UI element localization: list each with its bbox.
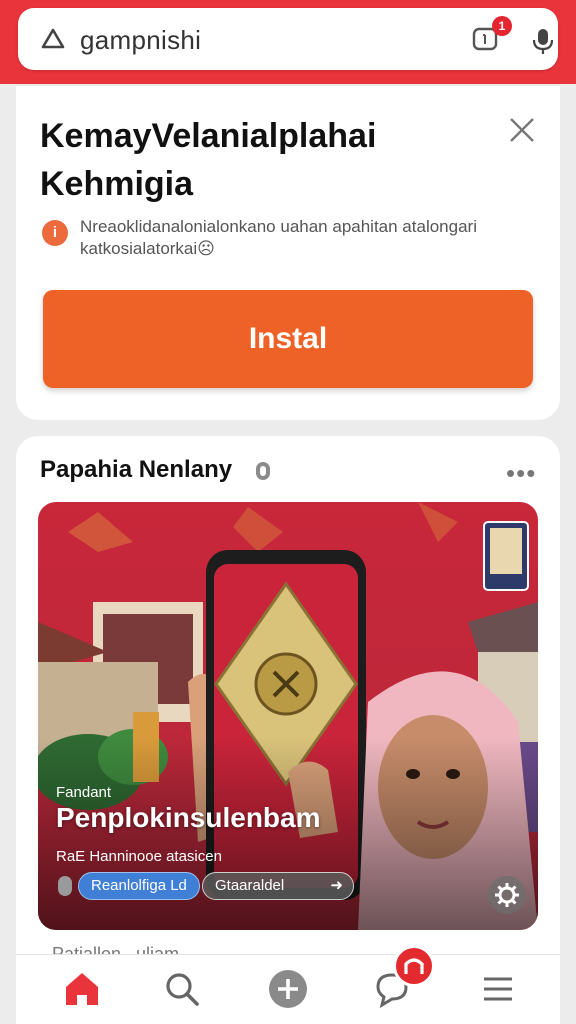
bottom-nav	[16, 945, 560, 1024]
more-options-icon[interactable]: •••	[506, 458, 536, 489]
menu-icon[interactable]	[476, 967, 520, 1011]
media-kicker: Fandant	[56, 784, 112, 801]
top-header: gampnishi 1	[0, 0, 576, 84]
post-card: Papahia Nenlany ••• Fandant Penplokinsul…	[16, 436, 560, 996]
primary-chip[interactable]: Reanlolfiga Ld	[78, 872, 200, 900]
home-icon[interactable]	[60, 967, 104, 1011]
media-indicator	[58, 876, 72, 896]
search-bar[interactable]: gampnishi 1	[18, 8, 558, 70]
close-icon[interactable]	[506, 114, 538, 146]
post-image	[38, 502, 538, 930]
notification-badge: 1	[492, 16, 512, 36]
hanger-icon	[404, 958, 424, 974]
install-promo-card: KemayVelanialplahai Kehmigia i Nreaoklid…	[16, 86, 560, 420]
media-headline: Penplokinsulenbam	[56, 802, 321, 833]
secondary-chip[interactable]: Gtaaraldel ➜	[202, 872, 354, 900]
info-icon: i	[42, 220, 68, 246]
search-icon[interactable]	[160, 967, 204, 1011]
install-button[interactable]: Instal	[43, 290, 533, 388]
secondary-chip-label: Gtaaraldel	[215, 877, 285, 894]
gear-icon[interactable]	[488, 876, 526, 914]
chat-notification-icon[interactable]	[393, 945, 435, 987]
mic-icon[interactable]	[530, 26, 556, 56]
post-author[interactable]: Papahia Nenlany	[40, 456, 232, 484]
triangle-icon[interactable]	[40, 26, 66, 52]
search-query[interactable]: gampnishi	[80, 25, 201, 56]
media-subtitle: RaE Hanninooe atasicen	[56, 848, 222, 865]
post-media[interactable]: Fandant Penplokinsulenbam RaE Hanninooe …	[38, 502, 538, 930]
verified-icon	[256, 462, 270, 480]
promo-description: Nreaoklidanalonialonkano uahan apahitan …	[80, 217, 477, 258]
promo-title: KemayVelanialplahai Kehmigia	[40, 117, 377, 203]
arrow-icon: ➜	[330, 877, 343, 894]
add-icon[interactable]	[266, 967, 310, 1011]
